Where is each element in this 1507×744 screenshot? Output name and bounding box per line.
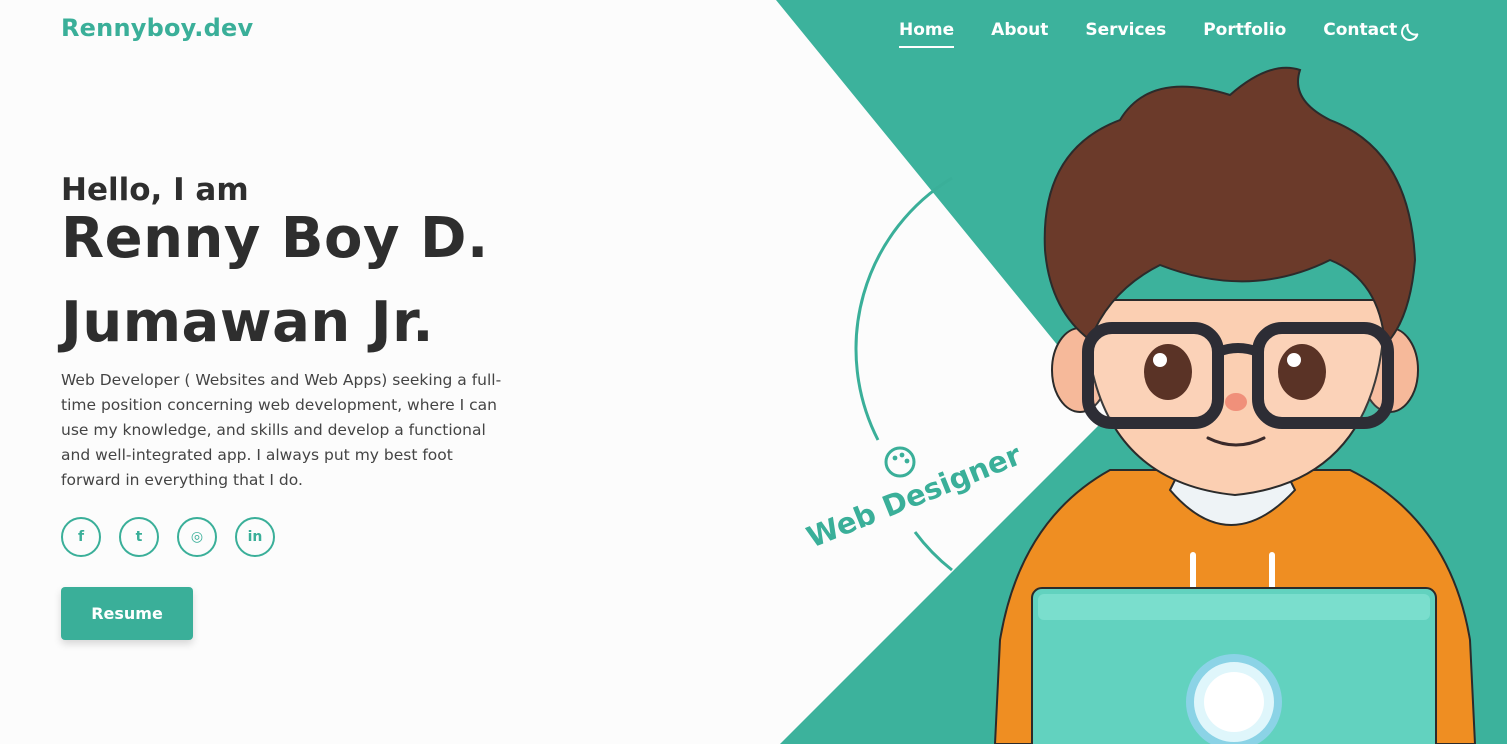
brand-logo[interactable]: Rennyboy.dev [61,14,253,42]
page: Web Designer Rennyboy.dev Home About Ser… [0,0,1507,744]
moon-icon[interactable] [1399,21,1421,43]
nav-services[interactable]: Services [1085,20,1166,48]
resume-button[interactable]: Resume [61,587,193,640]
nav-contact[interactable]: Contact [1323,20,1397,48]
twitter-icon[interactable]: t [119,517,159,557]
facebook-icon[interactable]: f [61,517,101,557]
nav-portfolio[interactable]: Portfolio [1203,20,1286,48]
bio-text: Web Developer ( Websites and Web Apps) s… [61,371,502,489]
name-line-1: Renny Boy D. [61,206,489,271]
linkedin-icon[interactable]: in [235,517,275,557]
nav-about[interactable]: About [991,20,1048,48]
main-nav: Home About Services Portfolio Contact [899,20,1434,48]
social-links: f t ◎ in [61,517,293,557]
instagram-icon[interactable]: ◎ [177,517,217,557]
nav-home[interactable]: Home [899,20,955,48]
greeting-text: Hello, I am [61,172,249,208]
name-line-2: Jumawan Jr. [61,290,434,355]
